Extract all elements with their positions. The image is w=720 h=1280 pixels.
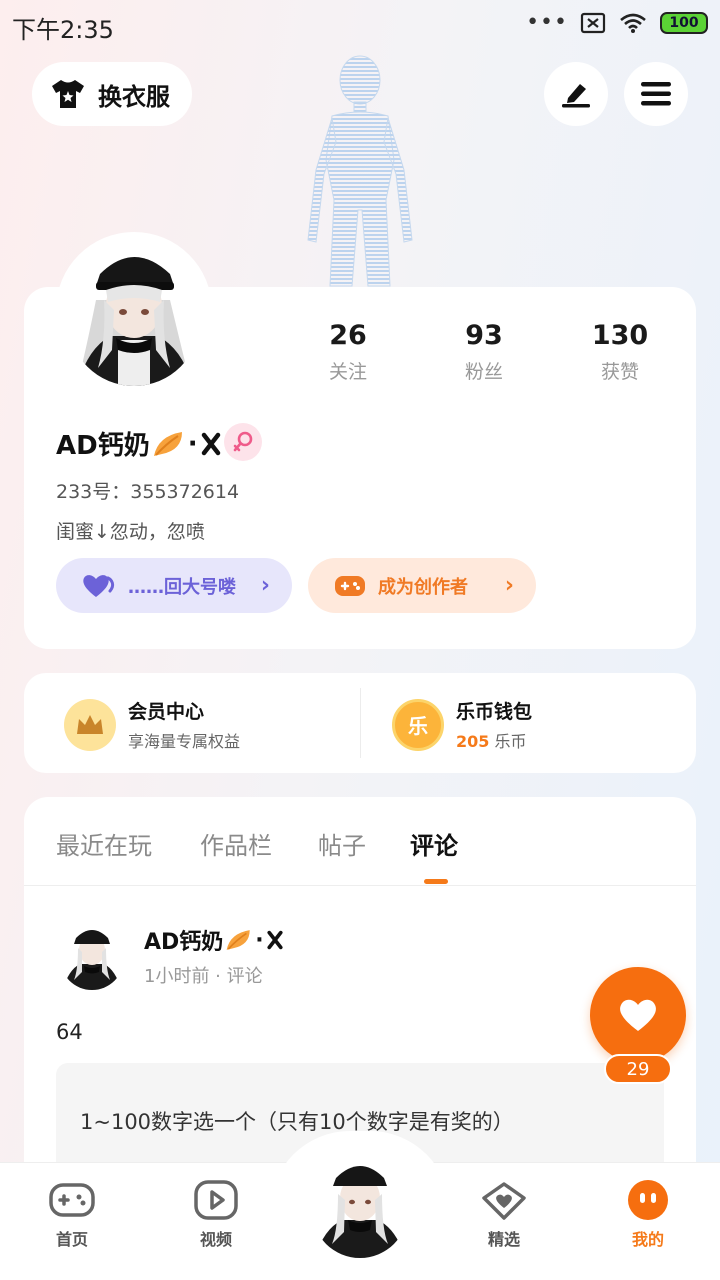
wallet-entry[interactable]: 乐 乐币钱包 205 乐币 <box>392 697 532 752</box>
post-author-name[interactable]: AD钙奶 · <box>144 924 284 956</box>
nav-avatar-center[interactable] <box>312 1150 408 1262</box>
tshirt-icon <box>52 80 84 108</box>
featured-heart-icon <box>482 1182 526 1220</box>
username: AD钙奶 · <box>56 425 222 462</box>
nav-featured-label: 精选 <box>487 1230 520 1249</box>
nav-home[interactable]: 首页 <box>22 1180 122 1250</box>
wallet-title: 乐币钱包 <box>456 701 533 723</box>
tab-comments[interactable]: 评论 <box>410 826 458 861</box>
stat-following-value: 26 <box>329 320 367 351</box>
more-dots-icon: ••• <box>526 10 568 35</box>
member-center-entry[interactable]: 会员中心 享海量专属权益 <box>64 697 240 752</box>
stat-followers-value: 93 <box>465 320 503 351</box>
stat-following[interactable]: 26 关注 <box>293 320 403 384</box>
divider <box>24 885 696 886</box>
nav-home-label: 首页 <box>55 1230 88 1249</box>
stat-followers[interactable]: 93 粉丝 <box>429 320 539 384</box>
friend-link-label: ……回大号喽 <box>128 576 236 598</box>
stat-likes-label: 获赞 <box>600 361 639 383</box>
female-gender-icon <box>224 423 262 461</box>
post-author-avatar[interactable] <box>60 918 124 992</box>
avatar-figure-outline <box>307 55 413 287</box>
become-creator-button[interactable]: 成为创作者 › <box>308 558 536 613</box>
member-center-title: 会员中心 <box>128 701 205 723</box>
change-clothes-button[interactable]: 换衣服 <box>32 62 192 126</box>
post-author-text: AD钙奶 <box>144 930 224 955</box>
username-text: AD钙奶 <box>56 431 150 461</box>
bio: 闺蜜↓忽动，忽喷 <box>56 521 205 543</box>
nav-mine-label: 我的 <box>631 1230 664 1249</box>
crown-icon <box>64 698 116 751</box>
heart-icon <box>620 999 656 1031</box>
leaf-emoji-icon <box>153 431 182 456</box>
status-icons: ••• 100 <box>526 12 708 34</box>
stat-likes-value: 130 <box>591 320 649 351</box>
avatar[interactable] <box>66 240 202 390</box>
cross-mark-icon <box>267 930 283 950</box>
edit-profile-button[interactable] <box>544 62 608 126</box>
coin-icon: 乐 <box>392 698 444 751</box>
stat-following-label: 关注 <box>328 361 367 383</box>
post-meta: 1小时前 · 评论 <box>144 966 263 987</box>
wifi-icon <box>620 13 646 33</box>
stat-followers-label: 粉丝 <box>464 361 503 383</box>
friend-link-button[interactable]: ……回大号喽 › <box>56 558 292 613</box>
username-suffix: · <box>187 428 198 459</box>
like-button[interactable] <box>590 967 686 1063</box>
nav-featured[interactable]: 精选 <box>454 1180 554 1250</box>
wallet-coins: 205 <box>456 732 490 751</box>
post-author-suffix: · <box>255 927 264 953</box>
double-heart-icon <box>83 574 115 597</box>
tab-recent-played[interactable]: 最近在玩 <box>56 826 152 861</box>
me-face-icon <box>628 1180 668 1220</box>
chevron-right-icon: › <box>260 573 270 598</box>
stat-likes[interactable]: 130 获赞 <box>565 320 675 384</box>
divider <box>360 688 361 758</box>
active-tab-indicator <box>424 879 448 884</box>
leaf-emoji-icon <box>226 930 251 950</box>
cross-mark-icon <box>201 432 220 455</box>
nav-video[interactable]: 视频 <box>166 1180 266 1250</box>
tab-posts[interactable]: 帖子 <box>318 826 366 861</box>
user-id: 233号：355372614 <box>56 481 240 503</box>
quoted-post-text: 1~100数字选一个（只有10个数字是有奖的） <box>80 1110 514 1134</box>
play-video-icon <box>194 1180 238 1220</box>
gamepad-icon <box>49 1183 95 1217</box>
status-time: 下午2:35 <box>12 16 114 44</box>
gamepad-icon <box>335 575 365 596</box>
tab-works[interactable]: 作品栏 <box>200 826 272 861</box>
like-count: 29 <box>604 1054 672 1084</box>
menu-button[interactable] <box>624 62 688 126</box>
post-text: 64 <box>56 1020 83 1044</box>
no-sim-icon <box>580 12 606 34</box>
hamburger-icon <box>641 82 671 106</box>
change-clothes-label: 换衣服 <box>98 82 170 111</box>
nav-video-label: 视频 <box>199 1230 232 1249</box>
member-center-subtitle: 享海量专属权益 <box>128 732 241 751</box>
become-creator-label: 成为创作者 <box>378 576 468 598</box>
battery-icon: 100 <box>660 12 708 34</box>
wallet-unit: 乐币 <box>489 732 527 751</box>
nav-mine[interactable]: 我的 <box>598 1180 698 1250</box>
wallet-balance: 205 乐币 <box>456 728 532 752</box>
pen-icon <box>562 84 590 108</box>
chevron-right-icon: › <box>504 573 514 598</box>
